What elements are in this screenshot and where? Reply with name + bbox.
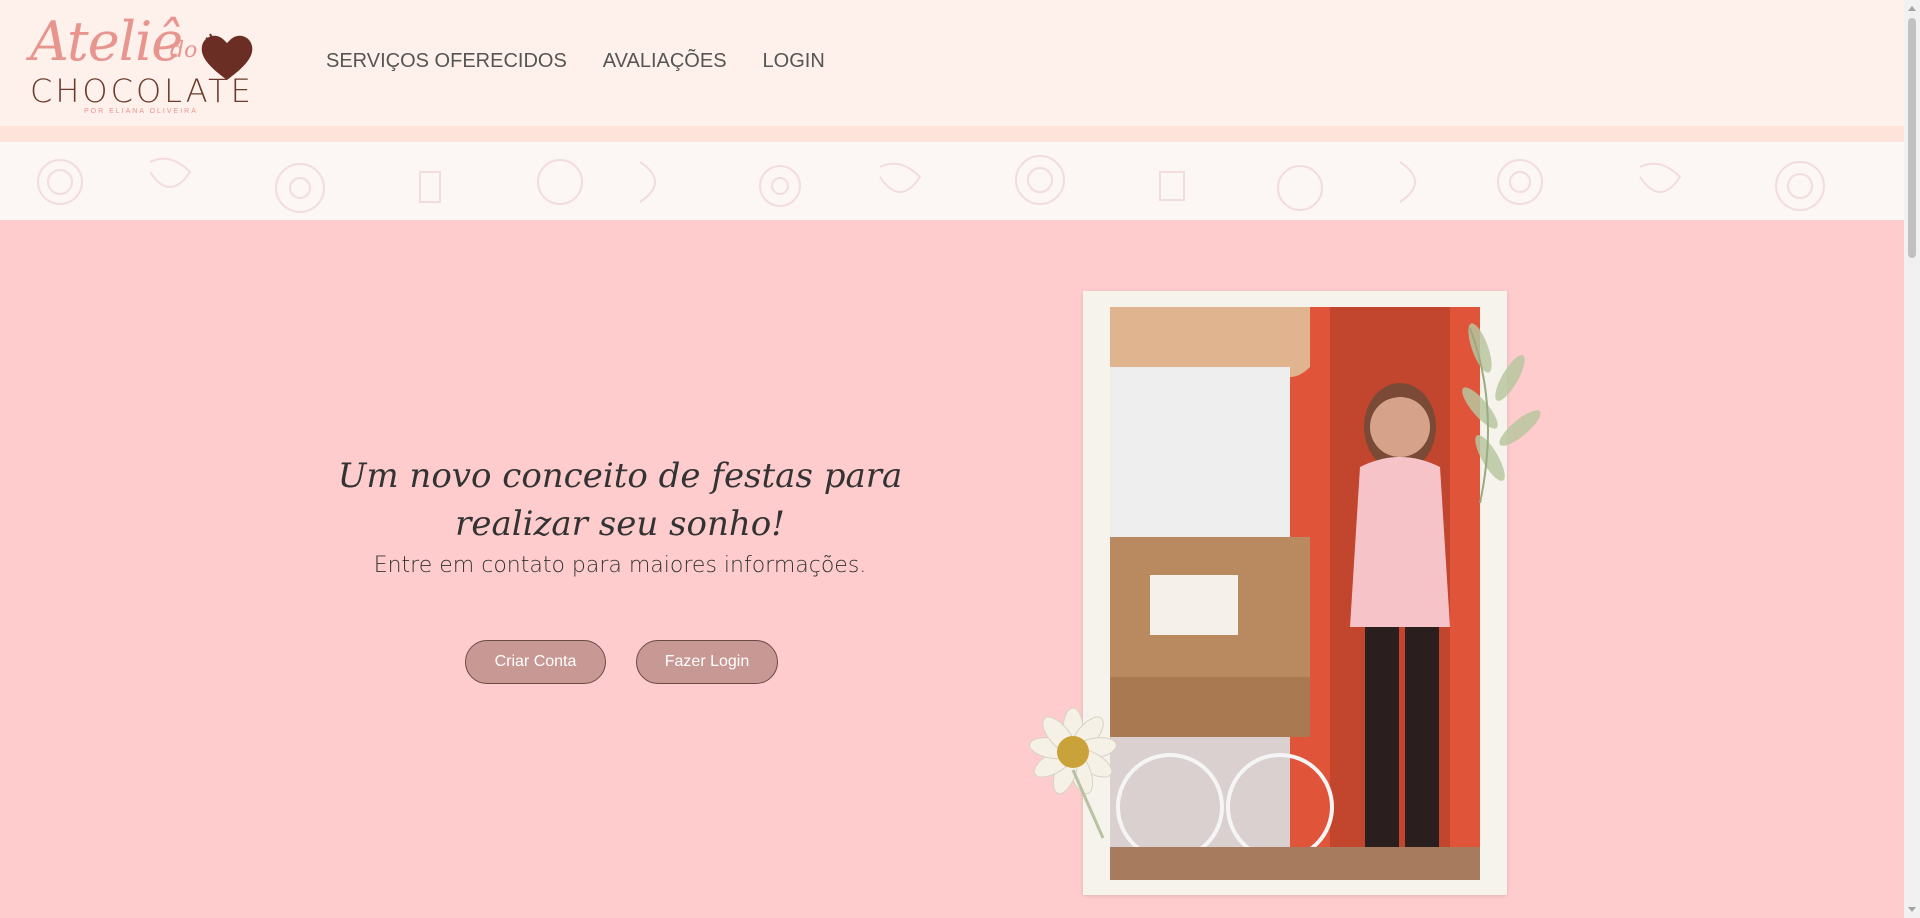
logo-script-text: Ateliê (30, 10, 183, 73)
site-logo[interactable]: Ateliê do CHOCOLATE POR ELIANA OLIVEIRA (28, 10, 253, 115)
page-scrollbar[interactable] (1904, 0, 1920, 918)
hero-title: Um novo conceito de festas para realizar… (337, 456, 903, 544)
site-header: Ateliê do CHOCOLATE POR ELIANA OLIVEIRA … (0, 0, 1904, 126)
nav-item-servicos[interactable]: SERVIÇOS OFERECIDOS (326, 50, 567, 73)
scroll-thumb[interactable] (1908, 18, 1916, 258)
header-divider (0, 126, 1904, 142)
main-nav: SERVIÇOS OFERECIDOS AVALIAÇÕES LOGIN (326, 50, 825, 73)
logo-do-text: do (170, 38, 198, 63)
login-button[interactable]: Fazer Login (636, 640, 778, 684)
hero-photo (1110, 307, 1480, 880)
hero-subtitle: Entre em contato para maiores informaçõe… (373, 553, 867, 578)
daisy-decoration (1029, 707, 1117, 839)
decorative-pattern-band (0, 142, 1904, 220)
scroll-up-icon[interactable] (1908, 6, 1916, 11)
leaves-decoration (1462, 323, 1541, 504)
create-account-button[interactable]: Criar Conta (465, 640, 606, 684)
logo-sub-text: POR ELIANA OLIVEIRA (84, 108, 198, 115)
nav-item-login[interactable]: LOGIN (763, 50, 825, 73)
logo-main-text: CHOCOLATE (30, 72, 254, 110)
nav-item-avaliacoes[interactable]: AVALIAÇÕES (603, 50, 727, 73)
scroll-down-icon[interactable] (1908, 907, 1916, 912)
